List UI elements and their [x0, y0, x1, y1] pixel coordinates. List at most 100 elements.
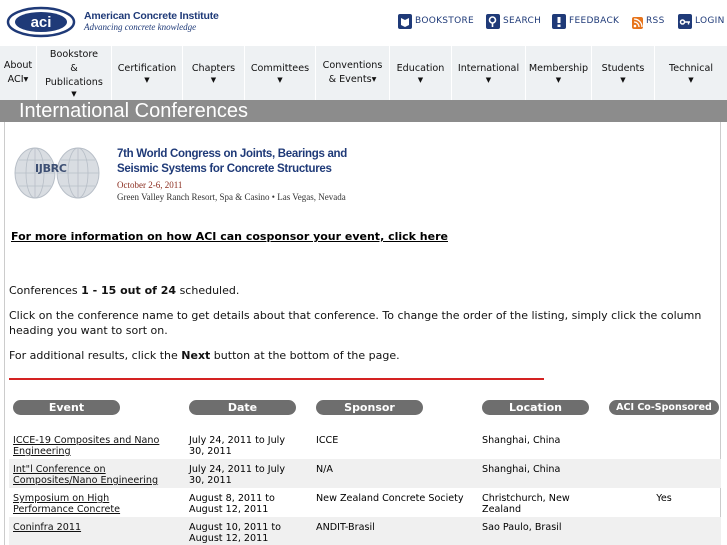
rss-label: RSS [646, 16, 665, 26]
table-row: Coninfra 2011 August 10, 2011 to August … [9, 517, 721, 545]
site-header: aci American Concrete Institute Advancin… [0, 0, 727, 46]
event-link[interactable]: Coninfra 2011 [13, 522, 173, 533]
nav-label: Conventions [322, 60, 383, 71]
nav-item-international[interactable]: International ▼ [452, 46, 526, 100]
nav-item-membership[interactable]: Membership ▼ [526, 46, 592, 100]
event-banner[interactable]: IJBRC 7th World Congress on Joints, Bear… [11, 144, 361, 208]
nav-label: Publications [45, 77, 103, 88]
chevron-down-icon: ▼ [71, 90, 77, 98]
org-name: American Concrete Institute [84, 10, 219, 22]
login-label: LOGIN [695, 16, 725, 26]
login-link[interactable]: LOGIN [678, 14, 725, 29]
event-sponsor: New Zealand Concrete Society [316, 493, 464, 504]
event-location: Sao Paulo, Brasil [482, 522, 562, 533]
event-sponsor: N/A [316, 464, 333, 475]
nav-label: ACI▾ [7, 74, 29, 85]
page-title: International Conferences [19, 100, 249, 122]
conference-count: Conferences 1 - 15 out of 24 scheduled. [9, 283, 239, 298]
aci-logo[interactable]: aci [6, 6, 76, 38]
feedback-icon [552, 14, 566, 29]
feedback-label: FEEDBACK [569, 16, 620, 26]
table-row: Int"l Conference on Composites/Nano Engi… [9, 459, 721, 488]
nav-item-bookstore-publications[interactable]: Bookstore & Publications ▼ [37, 46, 112, 100]
nav-label: Chapters [191, 63, 236, 74]
key-icon [678, 14, 692, 29]
nav-item-chapters[interactable]: Chapters ▼ [183, 46, 245, 100]
column-header-event[interactable]: Event [13, 400, 120, 415]
search-icon [486, 14, 500, 29]
nav-label: Education [396, 63, 445, 74]
nav-label: Committees [250, 63, 310, 74]
chevron-down-icon: ▼ [277, 76, 283, 84]
nav-item-about-aci[interactable]: About ACI▾ [0, 46, 37, 100]
table-row: ICCE-19 Composites and Nano Engineering … [9, 430, 721, 459]
chevron-down-icon: ▼ [620, 76, 626, 84]
chevron-down-icon: ▼ [417, 76, 424, 84]
event-location: Shanghai, China [482, 464, 561, 475]
rss-icon [632, 17, 643, 29]
nav-item-committees[interactable]: Committees ▼ [245, 46, 316, 100]
banner-title-line2: Seismic Systems for Concrete Structures [117, 163, 332, 175]
event-sponsor: ANDIT-Brasil [316, 522, 375, 533]
chevron-down-icon: ▼ [485, 76, 492, 84]
chevron-down-icon: ▼ [555, 76, 562, 84]
org-tagline: Advancing concrete knowledge [84, 22, 197, 32]
page-title-bar: International Conferences [0, 100, 727, 122]
banner-dates: October 2-6, 2011 [117, 180, 183, 190]
event-link[interactable]: ICCE-19 Composites and Nano Engineering [13, 435, 173, 457]
nav-label: Bookstore [49, 49, 99, 60]
column-header-date[interactable]: Date [189, 400, 296, 415]
event-link[interactable]: Symposium on High Performance Concrete [13, 493, 173, 515]
search-link[interactable]: SEARCH [486, 14, 541, 29]
sort-instructions: Click on the conference name to get deta… [9, 309, 702, 337]
banner-venue: Green Valley Ranch Resort, Spa & Casino … [117, 192, 346, 202]
more-next: Next [181, 349, 211, 362]
event-location: Shanghai, China [482, 435, 561, 446]
nav-item-students[interactable]: Students ▼ [592, 46, 655, 100]
search-label: SEARCH [503, 16, 542, 26]
nav-label: International [457, 63, 520, 74]
nav-label: Technical [668, 63, 714, 74]
nav-label: About [3, 60, 33, 71]
rss-link[interactable]: RSS [632, 14, 665, 29]
event-location: Christchurch, New Zealand [482, 493, 570, 515]
banner-title-line1: 7th World Congress on Joints, Bearings a… [117, 148, 347, 160]
column-header-sponsor[interactable]: Sponsor [316, 400, 423, 415]
more-prefix: For additional results, click the [9, 349, 182, 362]
nav-label: Certification [117, 63, 177, 74]
count-suffix: scheduled. [176, 284, 240, 297]
nav-label: Students [601, 63, 645, 74]
main-content: IJBRC 7th World Congress on Joints, Bear… [4, 122, 721, 545]
feedback-link[interactable]: FEEDBACK [552, 14, 619, 29]
event-sponsor: ICCE [316, 435, 339, 446]
event-aci-cosponsored: Yes [656, 493, 672, 504]
logo-text: aci [31, 14, 52, 31]
nav-item-certification[interactable]: Certification ▼ [112, 46, 183, 100]
pagination-hint: For additional results, click the Next b… [9, 348, 400, 363]
event-date: August 8, 2011 to August 12, 2011 [189, 493, 275, 515]
banner-abbreviation: IJBRC [35, 162, 67, 175]
count-prefix: Conferences [9, 284, 82, 297]
count-range: 1 - 15 out of 24 [81, 284, 177, 297]
chevron-down-icon: ▼ [210, 76, 217, 84]
table-row: Symposium on High Performance Concrete A… [9, 488, 721, 517]
nav-label: & Events▾ [328, 74, 377, 85]
bookstore-label: BOOKSTORE [415, 16, 475, 26]
column-header-aci-cosponsored[interactable]: ACI Co-Sponsored [609, 400, 719, 415]
nav-item-education[interactable]: Education ▼ [390, 46, 452, 100]
book-icon [398, 14, 412, 29]
event-date: July 24, 2011 to July 30, 2011 [189, 464, 286, 486]
column-header-location[interactable]: Location [482, 400, 589, 415]
divider [9, 378, 544, 380]
cosponsor-info-link[interactable]: For more information on how ACI can cosp… [11, 230, 448, 243]
nav-item-technical[interactable]: Technical ▼ [655, 46, 727, 100]
chevron-down-icon: ▼ [144, 76, 150, 84]
event-link[interactable]: Int"l Conference on Composites/Nano Engi… [13, 464, 173, 486]
page: aci American Concrete Institute Advancin… [0, 0, 727, 545]
nav-item-conventions-events[interactable]: Conventions & Events▾ [316, 46, 390, 100]
bookstore-link[interactable]: BOOKSTORE [398, 14, 474, 29]
event-date: July 24, 2011 to July 30, 2011 [189, 435, 286, 457]
nav-label: Membership [528, 63, 589, 74]
more-suffix: button at the bottom of the page. [210, 349, 400, 362]
chevron-down-icon: ▼ [688, 76, 694, 84]
